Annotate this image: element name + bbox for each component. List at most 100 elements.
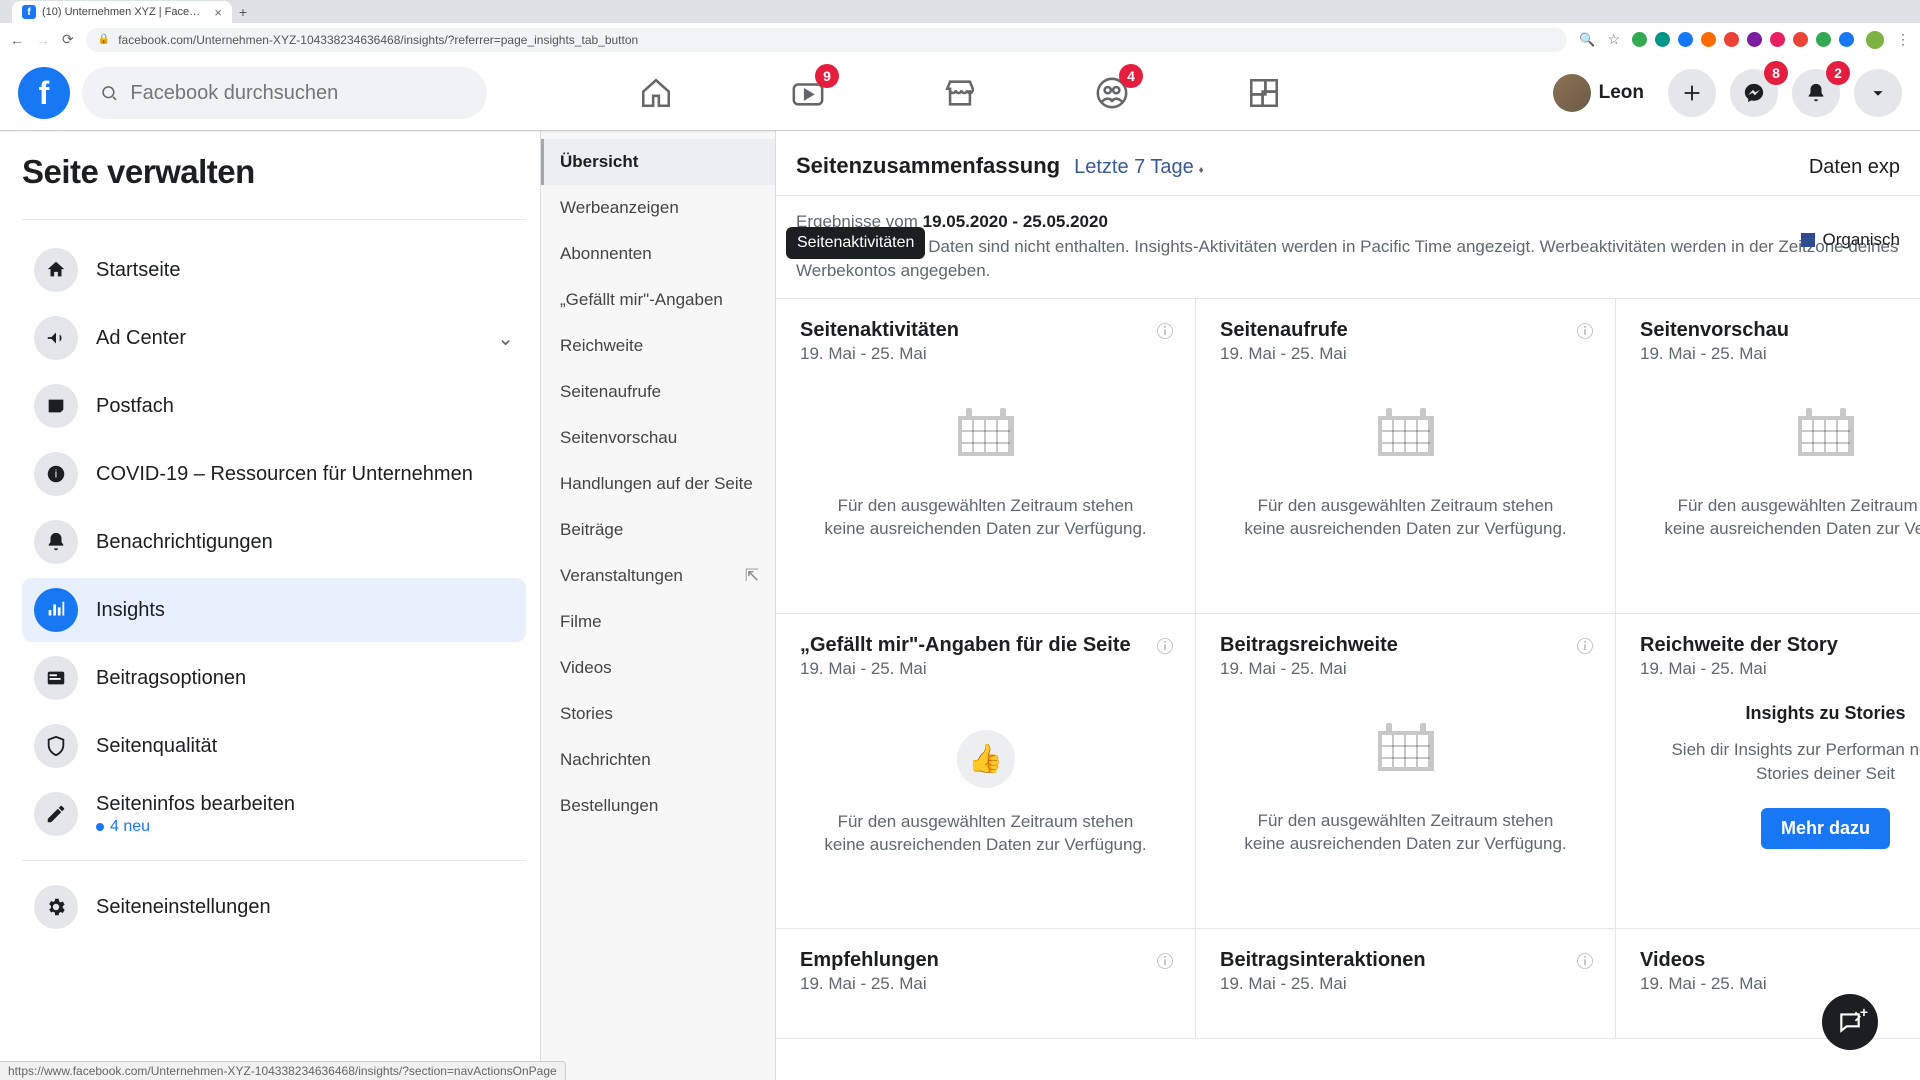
- rail-item-covid[interactable]: iCOVID-19 – Ressourcen für Unternehmen: [22, 442, 526, 506]
- extension-icon[interactable]: [1747, 32, 1762, 47]
- extension-icons: [1632, 32, 1854, 47]
- extension-icon[interactable]: [1816, 32, 1831, 47]
- card-title: Videos: [1640, 949, 1920, 972]
- rail-item-editinfo[interactable]: Seiteninfos bearbeiten4 neu: [22, 782, 526, 846]
- info-icon[interactable]: [1155, 321, 1175, 341]
- star-icon[interactable]: ☆: [1607, 31, 1620, 48]
- search-icon: [100, 83, 118, 103]
- legend-swatch: [1801, 233, 1815, 247]
- search-container[interactable]: [82, 67, 487, 119]
- sub-nav-item[interactable]: Handlungen auf der Seite: [541, 461, 775, 507]
- card-date: 19. Mai - 25. Mai: [1640, 974, 1920, 994]
- extension-icon[interactable]: [1770, 32, 1785, 47]
- date-range-selector[interactable]: Letzte 7 Tage ♦: [1074, 156, 1204, 179]
- rail-item-postopts[interactable]: Beitragsoptionen: [22, 646, 526, 710]
- info-icon[interactable]: [1155, 951, 1175, 971]
- editinfo-icon: [34, 792, 78, 836]
- sub-nav-item[interactable]: Bestellungen: [541, 783, 775, 829]
- extension-icon[interactable]: [1793, 32, 1808, 47]
- summary-meta: Ergebnisse vom 19.05.2020 - 25.05.2020 H…: [776, 196, 1920, 298]
- sub-nav-item[interactable]: Videos: [541, 645, 775, 691]
- svg-text:i: i: [55, 469, 57, 481]
- user-chip[interactable]: Leon: [1549, 70, 1654, 116]
- rail-label: Postfach: [96, 395, 174, 418]
- rail-label: Ad Center: [96, 327, 186, 350]
- account-menu-button[interactable]: [1854, 69, 1902, 117]
- sub-nav-item[interactable]: Übersicht: [541, 139, 775, 185]
- nav-marketplace-icon[interactable]: [939, 72, 981, 114]
- nav-gaming-icon[interactable]: [1243, 72, 1285, 114]
- legend: Organisch: [1801, 228, 1900, 253]
- notifications-button[interactable]: 2: [1792, 69, 1840, 117]
- story-more-button[interactable]: Mehr dazu: [1761, 808, 1890, 849]
- forward-button[interactable]: →: [36, 32, 50, 48]
- insight-card[interactable]: Seitenaktivitäten19. Mai - 25. MaiFür de…: [776, 299, 1196, 614]
- zoom-icon[interactable]: 🔍: [1579, 32, 1595, 48]
- rail-item-settings[interactable]: Seiteneinstellungen: [22, 875, 526, 939]
- rail-item-insights[interactable]: Insights: [22, 578, 526, 642]
- insight-card[interactable]: „Gefällt mir"-Angaben für die Seite19. M…: [776, 614, 1196, 929]
- insight-card[interactable]: Beitragsreichweite19. Mai - 25. MaiFür d…: [1196, 614, 1616, 929]
- postopts-icon: [34, 656, 78, 700]
- back-button[interactable]: ←: [10, 32, 24, 48]
- card-title: Seitenaktivitäten: [800, 319, 1171, 342]
- menu-icon[interactable]: ⋮: [1896, 31, 1910, 48]
- sub-nav-item[interactable]: Veranstaltungen⇱: [541, 553, 775, 599]
- close-tab-icon[interactable]: ×: [214, 5, 222, 20]
- card-date: 19. Mai - 25. Mai: [800, 974, 1171, 994]
- user-name: Leon: [1599, 82, 1644, 104]
- extension-icon[interactable]: [1655, 32, 1670, 47]
- sub-nav-item[interactable]: Werbeanzeigen: [541, 185, 775, 231]
- insight-card[interactable]: Beitragsinteraktionen19. Mai - 25. Mai: [1196, 929, 1616, 1039]
- chat-fab[interactable]: +: [1822, 994, 1878, 1050]
- reload-button[interactable]: ⟳: [62, 31, 74, 48]
- card-date: 19. Mai - 25. Mai: [1640, 344, 1920, 364]
- insight-card[interactable]: Seitenvorschau19. Mai - 25. MaiFür den a…: [1616, 299, 1920, 614]
- messenger-button[interactable]: 8: [1730, 69, 1778, 117]
- facebook-logo[interactable]: f: [18, 67, 70, 119]
- home-icon: [34, 248, 78, 292]
- rail-item-notifs[interactable]: Benachrichtigungen: [22, 510, 526, 574]
- sub-nav-item[interactable]: Seitenvorschau: [541, 415, 775, 461]
- rail-item-home[interactable]: Startseite: [22, 238, 526, 302]
- sub-nav-item[interactable]: Filme: [541, 599, 775, 645]
- card-date: 19. Mai - 25. Mai: [1220, 974, 1591, 994]
- profile-icon[interactable]: [1866, 31, 1884, 49]
- new-tab-button[interactable]: +: [232, 1, 254, 23]
- nav-home-icon[interactable]: [635, 72, 677, 114]
- insights-sub-nav: ÜbersichtWerbeanzeigenAbonnenten„Gefällt…: [540, 131, 776, 1080]
- export-button[interactable]: Daten exp: [1809, 156, 1900, 179]
- sub-nav-item[interactable]: Nachrichten: [541, 737, 775, 783]
- browser-tab[interactable]: f (10) Unternehmen XYZ | Face… ×: [12, 1, 232, 23]
- info-icon[interactable]: [1575, 951, 1595, 971]
- insight-card[interactable]: Empfehlungen19. Mai - 25. Mai: [776, 929, 1196, 1039]
- extension-icon[interactable]: [1839, 32, 1854, 47]
- info-icon[interactable]: [1575, 321, 1595, 341]
- insight-card[interactable]: Reichweite der Story19. Mai - 25. MaiIns…: [1616, 614, 1920, 929]
- rail-label: Seitenqualität: [96, 735, 217, 758]
- extension-icon[interactable]: [1678, 32, 1693, 47]
- sub-nav-item[interactable]: Abonnenten: [541, 231, 775, 277]
- nav-groups-icon[interactable]: 4: [1091, 72, 1133, 114]
- insight-card[interactable]: Seitenaufrufe19. Mai - 25. MaiFür den au…: [1196, 299, 1616, 614]
- sub-nav-item[interactable]: Beiträge: [541, 507, 775, 553]
- sub-nav-item[interactable]: „Gefällt mir"-Angaben: [541, 277, 775, 323]
- rail-label: Benachrichtigungen: [96, 531, 273, 554]
- sub-nav-item[interactable]: Reichweite: [541, 323, 775, 369]
- nav-watch-icon[interactable]: 9: [787, 72, 829, 114]
- extension-icon[interactable]: [1724, 32, 1739, 47]
- groups-badge: 4: [1119, 64, 1143, 88]
- search-input[interactable]: [130, 82, 469, 105]
- sub-nav-item[interactable]: Stories: [541, 691, 775, 737]
- create-button[interactable]: [1668, 69, 1716, 117]
- info-icon[interactable]: [1155, 636, 1175, 656]
- info-icon[interactable]: [1575, 636, 1595, 656]
- extension-icon[interactable]: [1701, 32, 1716, 47]
- address-bar[interactable]: 🔒 facebook.com/Unternehmen-XYZ-104338234…: [86, 28, 1568, 52]
- rail-item-adcenter[interactable]: Ad Center⌄: [22, 306, 526, 370]
- card-date: 19. Mai - 25. Mai: [1640, 659, 1920, 679]
- extension-icon[interactable]: [1632, 32, 1647, 47]
- sub-nav-item[interactable]: Seitenaufrufe: [541, 369, 775, 415]
- rail-item-quality[interactable]: Seitenqualität: [22, 714, 526, 778]
- rail-item-inbox[interactable]: Postfach: [22, 374, 526, 438]
